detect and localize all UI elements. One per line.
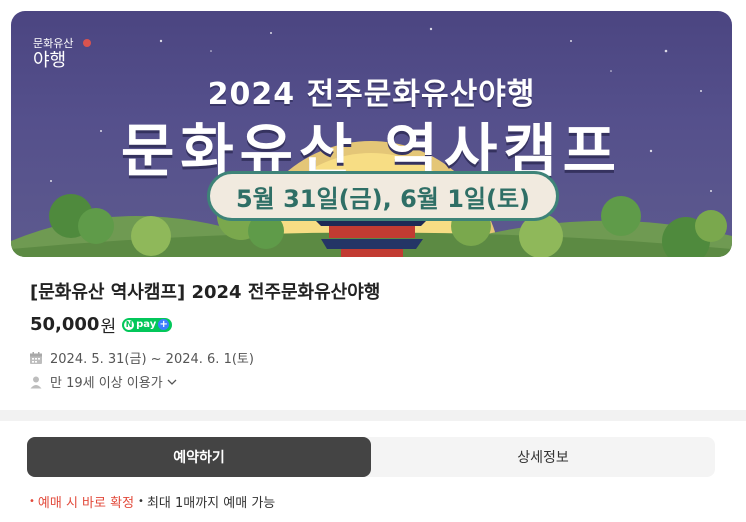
notice-bullet-1: • bbox=[29, 496, 35, 507]
age-restriction-row[interactable]: 만 19세 이상 이용가 bbox=[29, 372, 177, 391]
date-range-row: 2024. 5. 31(금) ~ 2024. 6. 1(토) bbox=[29, 348, 254, 367]
logo-seal bbox=[83, 39, 91, 47]
section-divider bbox=[0, 410, 746, 421]
event-banner: 문화유산 야행 2024 전주문화유산야행 문화유산 역사캠프 5월 31일(금… bbox=[11, 11, 732, 257]
banner-logo: 문화유산 야행 bbox=[33, 37, 93, 71]
tab-details[interactable]: 상세정보 bbox=[371, 437, 715, 477]
npay-n-icon: N bbox=[124, 319, 135, 330]
price-value: 50,000 bbox=[30, 314, 100, 335]
tab-reserve[interactable]: 예약하기 bbox=[27, 437, 371, 477]
age-restriction-text: 만 19세 이상 이용가 bbox=[50, 376, 163, 391]
banner-dates: 5월 31일(금), 6월 1일(토) bbox=[207, 171, 559, 221]
notice-instant-confirm: 예매 시 바로 확정 bbox=[37, 496, 135, 511]
notice-max-tickets: 최대 1매까지 예매 가능 bbox=[146, 496, 276, 511]
booking-notice: • 예매 시 바로 확정 • 최대 1매까지 예매 가능 bbox=[29, 492, 275, 511]
npay-label: pay bbox=[136, 318, 157, 330]
price-currency: 원 bbox=[100, 317, 117, 337]
calendar-icon bbox=[30, 351, 42, 364]
price-row: 50,000 원 N pay + bbox=[30, 312, 173, 337]
date-range-text: 2024. 5. 31(금) ~ 2024. 6. 1(토) bbox=[50, 352, 254, 367]
npay-badge: N pay + bbox=[122, 317, 173, 332]
logo-big-text: 야행 bbox=[33, 50, 67, 71]
logo-small-text: 문화유산 bbox=[33, 37, 74, 50]
notice-bullet-2: • bbox=[138, 496, 144, 507]
product-title: [문화유산 역사캠프] 2024 전주문화유산야행 bbox=[30, 282, 381, 303]
tab-bar: 예약하기 상세정보 bbox=[27, 437, 715, 477]
chevron-down-icon[interactable] bbox=[167, 377, 177, 387]
person-icon bbox=[30, 376, 42, 388]
npay-plus-icon: + bbox=[158, 319, 170, 330]
